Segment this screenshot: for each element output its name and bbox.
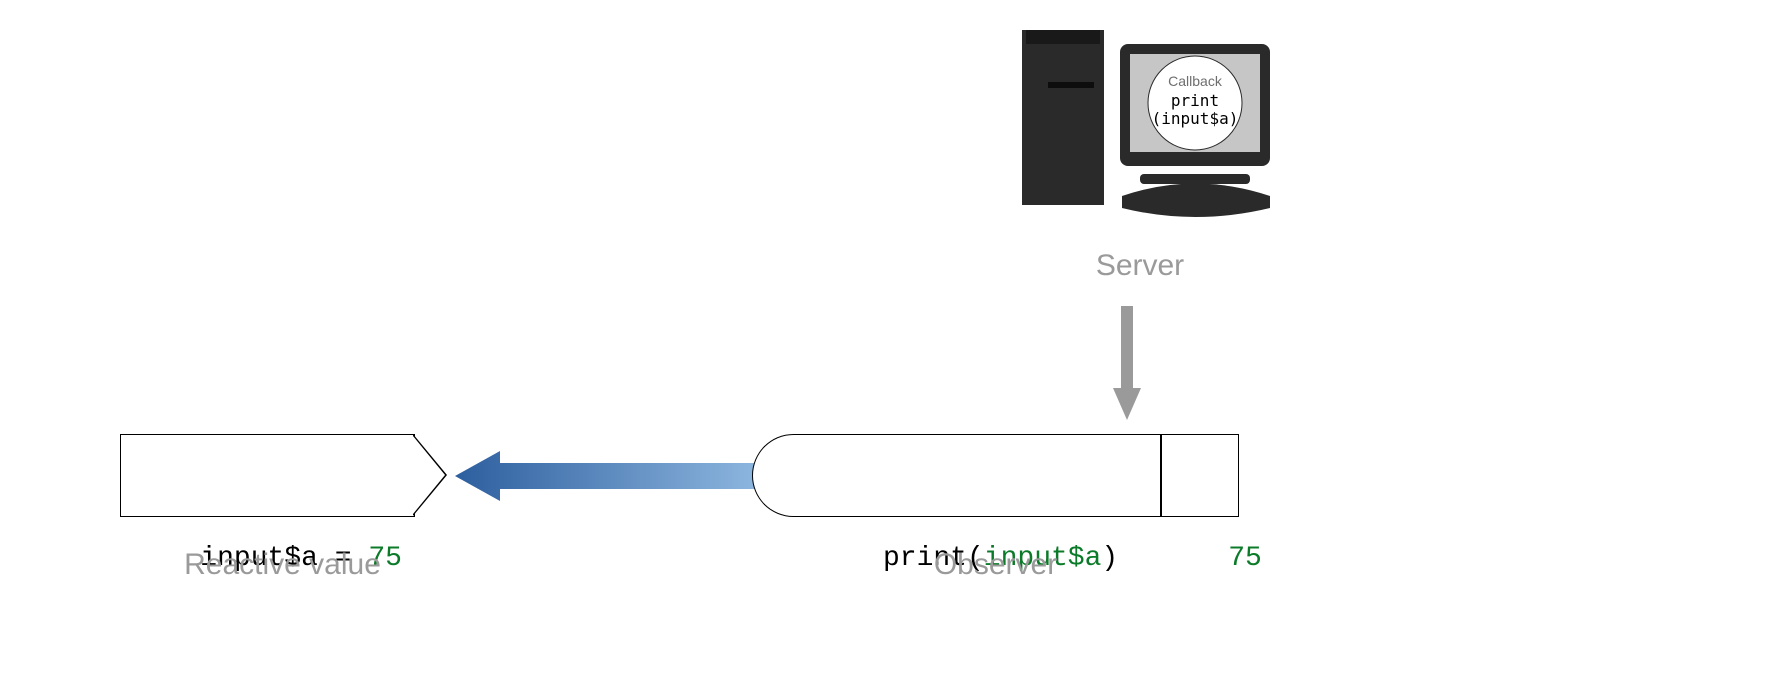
reactive-value-caption: Reactive value — [120, 548, 445, 582]
diagram-stage: Callback print (input$a) Server — [0, 0, 1790, 692]
server-to-observer-arrow-icon — [1113, 306, 1141, 420]
observer-expression: print(input$a) — [793, 434, 1141, 517]
observer-caption: Observer — [752, 548, 1239, 582]
server-computer-icon: Callback print (input$a) — [1022, 26, 1278, 234]
reactive-value-pointer-icon — [413, 434, 447, 516]
screen-code-line1: print — [1171, 91, 1219, 110]
dependency-arrow-icon — [455, 451, 755, 501]
screen-callback-label: Callback — [1168, 73, 1223, 89]
server-caption: Server — [1000, 249, 1280, 283]
screen-code-line2: (input$a) — [1152, 109, 1239, 128]
reactive-value-expression: input$a = 75 — [120, 434, 415, 517]
observer-result-value: 75 — [1161, 434, 1239, 517]
